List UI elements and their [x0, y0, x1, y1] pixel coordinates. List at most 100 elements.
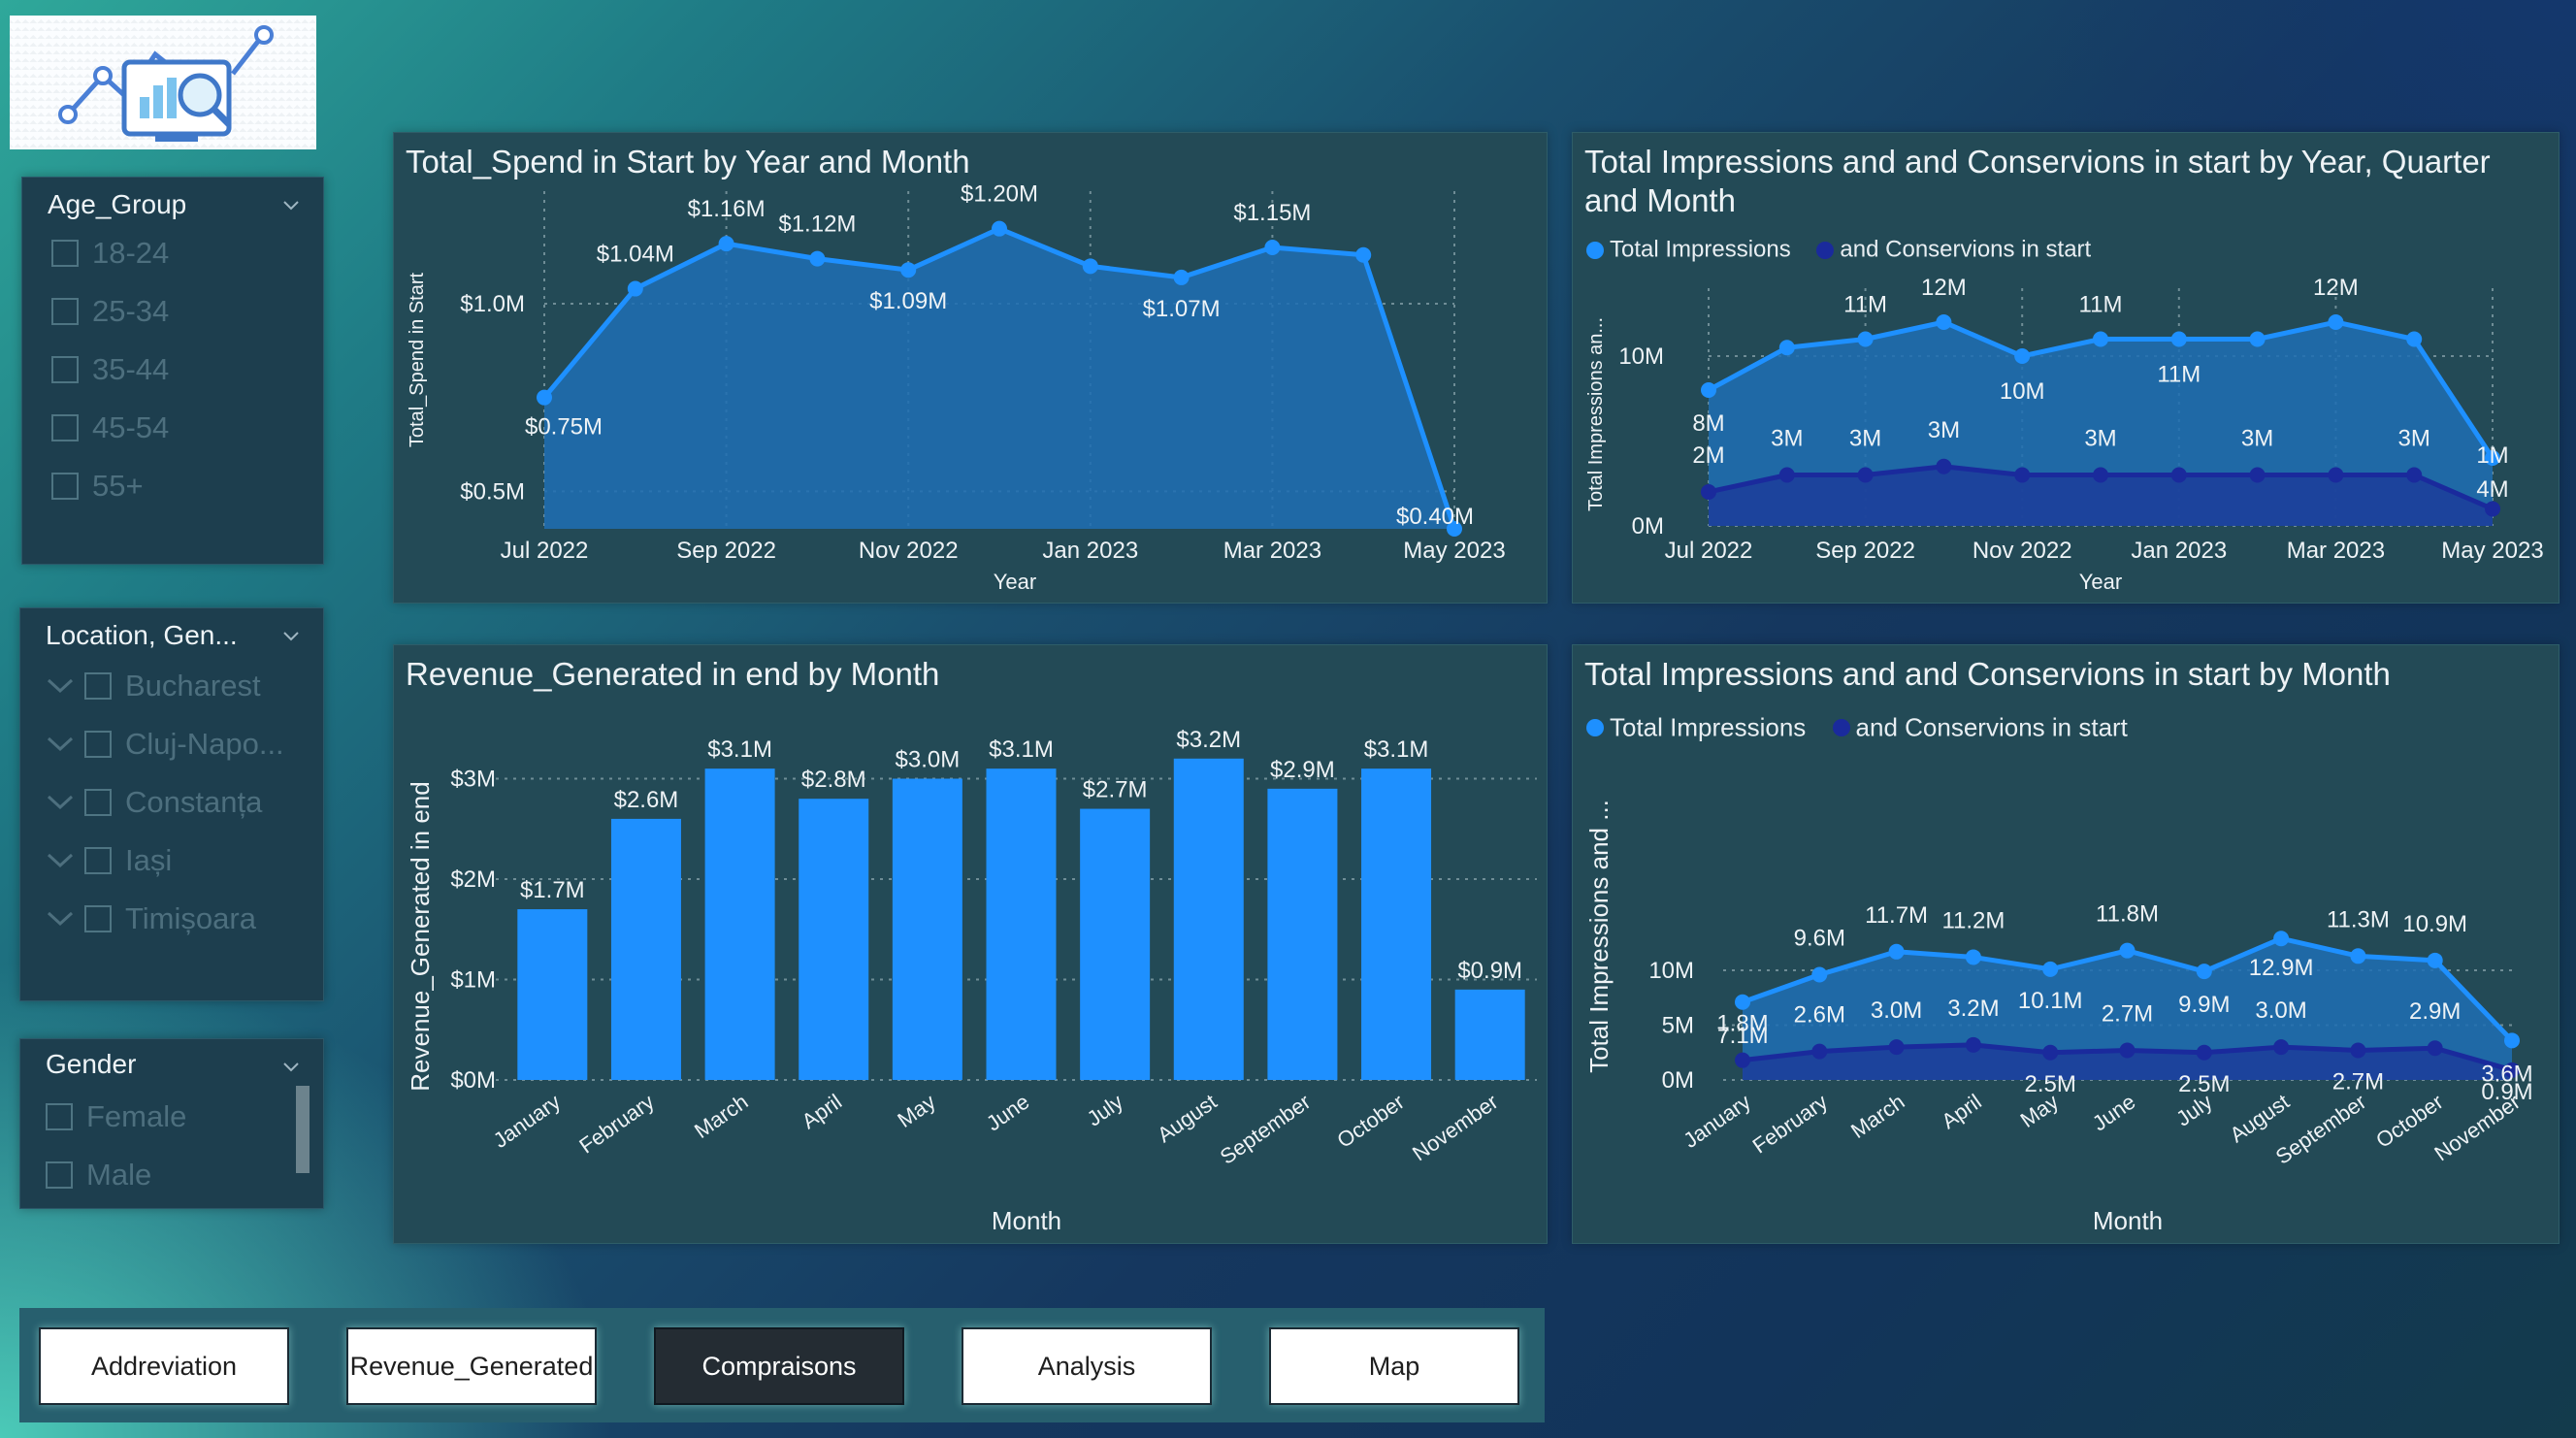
- revenue-bar: [1267, 788, 1338, 1080]
- gender-title: Gender: [46, 1049, 137, 1079]
- scrollbar[interactable]: [296, 1086, 310, 1173]
- data-label: 11M: [1843, 292, 1887, 318]
- checkbox[interactable]: [51, 355, 79, 383]
- spend-data-point: [627, 280, 643, 297]
- x-tick-label: Jan 2023: [2131, 538, 2227, 564]
- nav-button-analysis[interactable]: Analysis: [962, 1327, 1212, 1405]
- checkbox[interactable]: [46, 1102, 73, 1130]
- data-label: $3.0M: [896, 747, 961, 773]
- location-option-timisoara[interactable]: Timișoara: [46, 899, 256, 935]
- checkbox[interactable]: [84, 671, 112, 700]
- data-label: $0.75M: [525, 414, 603, 441]
- data-point: [1888, 1039, 1905, 1056]
- gender-slicer[interactable]: Gender Female Male: [19, 1038, 324, 1209]
- age-group-slicer[interactable]: Age_Group 18-24 25-34 35-44 45-54 55+: [21, 177, 324, 565]
- x-tick-label: Nov 2022: [859, 538, 959, 564]
- data-point: [2119, 942, 2136, 959]
- data-point: [1965, 1036, 1981, 1053]
- nav-button-map[interactable]: Map: [1269, 1327, 1519, 1405]
- x-tick-label: January: [489, 1090, 565, 1153]
- expand-chevron-icon[interactable]: [46, 851, 75, 870]
- location-option-iasi[interactable]: Iași: [46, 841, 172, 877]
- data-label: 11.2M: [1941, 907, 2005, 933]
- data-label: $1.15M: [1233, 200, 1311, 226]
- data-label: $2.9M: [1270, 757, 1335, 783]
- data-point: [2485, 501, 2500, 517]
- data-label: 3.0M: [2255, 997, 2306, 1024]
- data-point: [2170, 331, 2187, 347]
- data-label: $2.6M: [614, 787, 679, 813]
- data-point: [2273, 931, 2290, 947]
- data-point: [1701, 484, 1716, 500]
- data-label: 8M: [1692, 410, 1724, 437]
- data-label: 11.3M: [2327, 906, 2390, 932]
- impressions-month-area-chart: 0M5M10M7.1M9.6M11.7M 11.2M10.1M11.8M9.9M1…: [1584, 800, 2533, 1235]
- age-option-25-34[interactable]: 25-34: [51, 292, 169, 328]
- data-point: [2328, 314, 2344, 330]
- chevron-down-icon[interactable]: [282, 197, 300, 214]
- gender-option-male[interactable]: Male: [46, 1156, 151, 1192]
- spend-data-point: [992, 220, 1007, 237]
- checkbox[interactable]: [51, 239, 79, 267]
- location-option-bucharest[interactable]: Bucharest: [46, 667, 261, 703]
- checkbox[interactable]: [51, 297, 79, 325]
- expand-chevron-icon[interactable]: [46, 909, 75, 929]
- spend-data-point: [900, 262, 917, 278]
- data-label: 10.1M: [2018, 988, 2083, 1014]
- age-option-18-24[interactable]: 18-24: [51, 234, 169, 270]
- checkbox[interactable]: [84, 904, 112, 932]
- location-option-constanta[interactable]: Constanța: [46, 783, 262, 819]
- data-point: [1811, 966, 1828, 983]
- expand-chevron-icon[interactable]: [46, 676, 75, 696]
- spend-data-point: [1264, 240, 1281, 255]
- checkbox[interactable]: [84, 730, 112, 758]
- impressions-quarter-area-chart: 0M 10M Jul 2022 Sep 2022 Nov 2022 Jan 2023 Mar…: [1585, 275, 2544, 594]
- chevron-down-icon[interactable]: [282, 628, 300, 645]
- age-option-35-44[interactable]: 35-44: [51, 350, 169, 386]
- checkbox[interactable]: [84, 846, 112, 874]
- gender-option-female[interactable]: Female: [46, 1097, 186, 1133]
- nav-button-revenue-generated[interactable]: Revenue_Generated: [346, 1327, 597, 1405]
- data-point: [1888, 943, 1905, 960]
- data-label: $1.16M: [688, 196, 766, 222]
- chevron-down-icon[interactable]: [282, 1059, 300, 1076]
- location-title: Location, Gen...: [46, 620, 238, 650]
- revenue-bar: [704, 768, 775, 1080]
- data-label: $3.1M: [989, 736, 1054, 763]
- y-tick-label: 10M: [1648, 958, 1694, 984]
- nav-button-addreviation[interactable]: Addreviation: [39, 1327, 289, 1405]
- y-tick-label: $1.0M: [460, 291, 525, 317]
- spend-data-point: [718, 236, 734, 252]
- location-option-cluj[interactable]: Cluj-Napo...: [46, 725, 284, 761]
- x-tick-label: April: [1937, 1090, 1985, 1134]
- expand-chevron-icon[interactable]: [46, 735, 75, 754]
- location-slicer[interactable]: Location, Gen... Bucharest Cluj-Napo... …: [19, 607, 324, 1001]
- x-tick-label: January: [1679, 1090, 1754, 1153]
- data-label: 2.6M: [1794, 1002, 1845, 1029]
- x-tick-label: October: [1332, 1090, 1408, 1153]
- checkbox[interactable]: [84, 788, 112, 816]
- x-tick-label: Jul 2022: [1665, 538, 1753, 564]
- revenue-bar: [892, 778, 962, 1080]
- revenue-bar: [799, 799, 869, 1080]
- x-tick-label: November: [1408, 1090, 1502, 1166]
- impressions-month-panel: Total Impressions and and Conservions in…: [1572, 644, 2560, 1244]
- checkbox[interactable]: [46, 1160, 73, 1189]
- spend-area-fill: [544, 228, 1454, 529]
- y-axis-title: Total_Spend in Start: [407, 273, 428, 448]
- expand-chevron-icon[interactable]: [46, 793, 75, 812]
- data-point: [2350, 1042, 2366, 1059]
- x-tick-label: Mar 2023: [2287, 538, 2385, 564]
- data-point: [2427, 952, 2443, 968]
- x-tick-label: Jan 2023: [1042, 538, 1138, 564]
- checkbox[interactable]: [51, 472, 79, 500]
- data-label: 3M: [2241, 426, 2273, 452]
- age-option-55-plus[interactable]: 55+: [51, 467, 144, 503]
- nav-button-compraisons[interactable]: Compraisons: [654, 1327, 904, 1405]
- checkbox[interactable]: [51, 413, 79, 441]
- data-point: [2406, 467, 2423, 483]
- revenue-bar: [1361, 768, 1432, 1080]
- x-tick-label: May: [893, 1090, 939, 1132]
- age-option-45-54[interactable]: 45-54: [51, 409, 169, 444]
- x-tick-label: March: [690, 1090, 752, 1144]
